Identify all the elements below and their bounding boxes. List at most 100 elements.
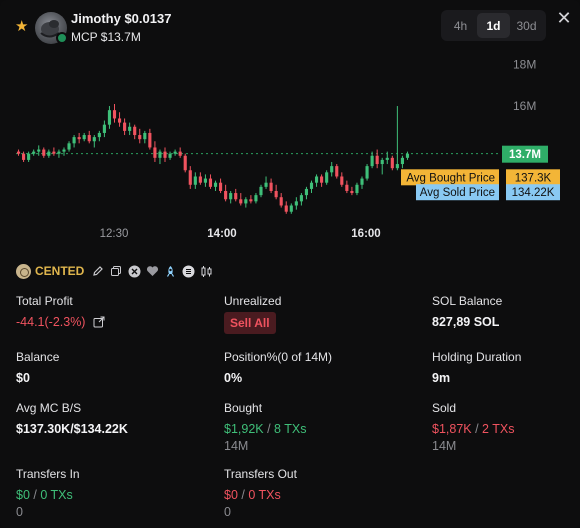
candle — [97, 130, 101, 142]
project-logo-icon — [16, 263, 31, 279]
candles-icon[interactable] — [199, 264, 213, 278]
candle — [314, 174, 319, 187]
avg-mc-stat: Avg MC B/S $137.30K/$134.22K — [16, 401, 128, 436]
close-icon[interactable]: ✕ — [554, 9, 574, 29]
candle — [390, 155, 394, 171]
candle — [153, 141, 157, 162]
unrealized-stat: Unrealized Sell All — [224, 294, 281, 334]
bought-amount: $1,92K — [224, 422, 264, 436]
bought-separator: / — [263, 422, 275, 436]
candle — [143, 130, 147, 144]
balance-label: Balance — [16, 350, 60, 364]
token-panel: ★ Jimothy $0.0137 MCP $13.7M 4h 1d 30d ✕… — [0, 0, 580, 528]
candle — [279, 193, 283, 208]
avg-mc-value: $137.30K/$134.22K — [16, 422, 128, 436]
x-social-icon[interactable] — [127, 264, 141, 278]
candle — [77, 132, 81, 144]
candle — [188, 166, 192, 189]
position-stat: Position%(0 of 14M) 0% — [224, 350, 332, 385]
candle — [27, 151, 31, 162]
candle — [82, 132, 86, 142]
candle — [380, 157, 384, 175]
candle — [173, 149, 177, 156]
copy-icon[interactable] — [109, 264, 123, 278]
transfers-out-label: Transfers Out — [224, 467, 297, 481]
sold-label: Sold — [432, 401, 457, 415]
candle — [330, 161, 334, 177]
unrealized-label: Unrealized — [224, 294, 282, 308]
coin-icon[interactable] — [181, 264, 195, 278]
candle — [148, 128, 152, 150]
project-name[interactable]: CENTED — [35, 264, 84, 278]
star-icon[interactable]: ★ — [15, 19, 28, 34]
edit-icon[interactable] — [91, 264, 105, 278]
candle — [405, 151, 410, 160]
candle — [138, 128, 142, 144]
timeframe-4h[interactable]: 4h — [444, 13, 477, 38]
x-tick-label: 12:30 — [100, 228, 129, 240]
candle — [254, 193, 258, 204]
candle — [239, 193, 243, 206]
candle — [203, 174, 207, 187]
share-external-icon[interactable] — [93, 316, 105, 328]
candle — [72, 135, 76, 148]
x-tick-label: 14:00 — [207, 228, 236, 240]
timeframe-30d[interactable]: 30d — [510, 13, 543, 38]
sell-all-button[interactable]: Sell All — [224, 312, 276, 334]
candle — [340, 172, 344, 187]
holding-duration-stat: Holding Duration 9m — [432, 350, 521, 385]
candle — [325, 170, 329, 185]
transfers-in-stat: Transfers In $0 / 0 TXs 0 — [16, 467, 80, 519]
avg-bought-price: Avg Bought Price 137.3K — [401, 169, 560, 186]
candle — [345, 180, 349, 194]
candle — [107, 106, 112, 129]
candle — [178, 147, 182, 158]
candle — [163, 147, 167, 162]
avg-sold-price: Avg Sold Price 134.22K — [416, 184, 560, 201]
timeframe-selector: 4h 1d 30d — [441, 10, 546, 41]
position-value: 0% — [224, 371, 243, 385]
timeframe-1d[interactable]: 1d — [477, 13, 510, 38]
candle — [123, 118, 127, 136]
balance-stat: Balance $0 — [16, 350, 59, 385]
transfers-out-amount: $0 — [224, 488, 238, 502]
candle — [52, 147, 56, 156]
transfers-out-tokens: 0 — [224, 505, 231, 519]
candle — [244, 197, 248, 208]
candle — [229, 190, 233, 204]
holding-duration-value: 9m — [432, 371, 451, 385]
bought-stat: Bought $1,92K / 8 TXs 14M — [224, 401, 306, 453]
candle — [168, 151, 172, 160]
candle — [284, 201, 288, 214]
bought-tokens: 14M — [224, 439, 249, 453]
candle — [16, 149, 21, 156]
heart-icon[interactable] — [145, 264, 159, 278]
total-profit-value: -44.1(-2.3%) — [16, 315, 86, 329]
candle — [309, 180, 314, 194]
candle — [395, 106, 399, 171]
transfers-in-tokens: 0 — [16, 505, 23, 519]
sold-stat: Sold $1,87K / 2 TXs 14M — [432, 401, 514, 453]
x-tick-label: 16:00 — [351, 228, 380, 240]
avg-bought-price-value: 137.3K — [515, 172, 552, 184]
sold-separator: / — [471, 422, 483, 436]
transfers-in-separator: / — [29, 488, 41, 502]
candle — [259, 184, 263, 198]
holding-duration-label: Holding Duration — [432, 350, 522, 364]
y-tick-label: 16M — [513, 99, 536, 113]
candle — [198, 172, 202, 185]
avg-bought-price-label: Avg Bought Price — [406, 172, 495, 184]
price-chart[interactable]: 18M16M12M12:3014:0016:0013.7MAvg Bought … — [0, 40, 580, 250]
project-row: CENTED — [16, 263, 213, 279]
candle — [128, 122, 132, 136]
avg-mc-label: Avg MC B/S — [16, 401, 82, 415]
rocket-icon[interactable] — [163, 264, 177, 278]
sold-tokens: 14M — [432, 439, 457, 453]
position-label: Position%(0 of 14M) — [224, 350, 333, 364]
candle — [213, 180, 218, 191]
candle — [355, 182, 359, 196]
candle — [37, 145, 41, 156]
svg-text:13.7M: 13.7M — [509, 149, 541, 161]
candle — [269, 178, 273, 194]
candle — [133, 124, 137, 140]
